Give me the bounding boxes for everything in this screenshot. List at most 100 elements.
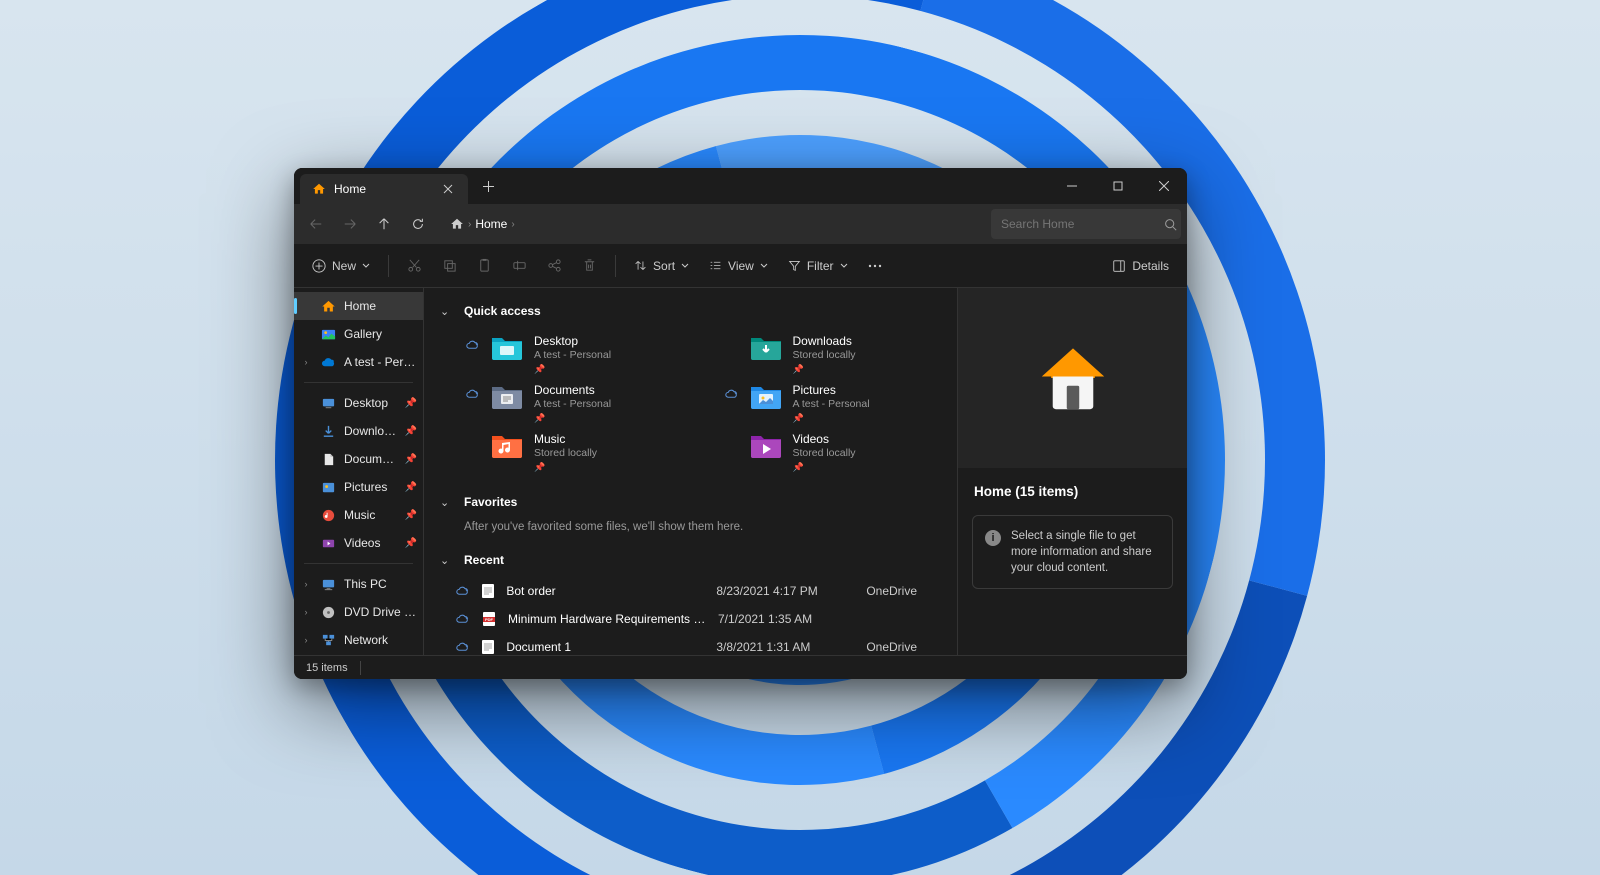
- sidebar-item-network[interactable]: › Network: [294, 626, 423, 654]
- chevron-right-icon[interactable]: ›: [300, 635, 312, 645]
- file-explorer-window: Home › Home ›: [294, 168, 1187, 679]
- new-button[interactable]: New: [304, 250, 378, 282]
- filter-button[interactable]: Filter: [780, 250, 856, 282]
- copy-button[interactable]: [434, 250, 465, 282]
- back-button[interactable]: [300, 208, 332, 240]
- section-favorites[interactable]: ⌄ Favorites: [440, 489, 941, 515]
- details-preview: [958, 288, 1187, 468]
- chevron-down-icon: ⌄: [440, 305, 454, 318]
- home-icon: [320, 298, 336, 314]
- folder-icon: [490, 383, 524, 411]
- chevron-right-icon[interactable]: ›: [300, 607, 312, 617]
- pin-icon: 📌: [405, 538, 417, 549]
- details-pane: Home (15 items) i Select a single file t…: [957, 288, 1187, 655]
- cloud-icon: [320, 354, 336, 370]
- search-box[interactable]: [991, 209, 1181, 239]
- details-button[interactable]: Details: [1104, 250, 1177, 282]
- details-title: Home (15 items): [958, 468, 1187, 509]
- chevron-right-icon[interactable]: ›: [300, 357, 312, 367]
- paste-button[interactable]: [469, 250, 500, 282]
- main-content: ⌄ Quick access DesktopA test - Personal📌…: [424, 288, 957, 655]
- pin-icon: 📌: [534, 364, 611, 375]
- folder-icon: [749, 334, 783, 362]
- close-window-button[interactable]: [1141, 168, 1187, 204]
- quick-access-music[interactable]: MusicStored locally📌: [464, 430, 683, 475]
- section-quick-access[interactable]: ⌄ Quick access: [440, 298, 941, 324]
- svg-text:PDF: PDF: [485, 617, 494, 622]
- file-icon: PDF: [480, 610, 498, 628]
- address-bar: › Home ›: [294, 204, 1187, 244]
- chevron-down-icon: ⌄: [440, 496, 454, 509]
- delete-button[interactable]: [574, 250, 605, 282]
- chevron-down-icon: [681, 263, 689, 268]
- quick-access-downloads[interactable]: DownloadsStored locally📌: [723, 332, 942, 377]
- quick-access-pictures[interactable]: PicturesA test - Personal📌: [723, 381, 942, 426]
- view-button[interactable]: View: [701, 250, 776, 282]
- sidebar-item-dvd[interactable]: › DVD Drive (D:) C: [294, 598, 423, 626]
- quick-access-documents[interactable]: DocumentsA test - Personal📌: [464, 381, 683, 426]
- folder-icon: [749, 383, 783, 411]
- network-icon: [320, 632, 336, 648]
- sidebar-item-home[interactable]: Home: [294, 292, 423, 320]
- sidebar-item-desktop[interactable]: Desktop📌: [294, 389, 423, 417]
- minimize-button[interactable]: [1049, 168, 1095, 204]
- pin-icon: 📌: [793, 364, 856, 375]
- pin-icon: 📌: [405, 510, 417, 521]
- documents-icon: [320, 451, 336, 467]
- search-input[interactable]: [1001, 217, 1156, 231]
- chevron-down-icon: [760, 263, 768, 268]
- sort-button[interactable]: Sort: [626, 250, 697, 282]
- tab-close-button[interactable]: [440, 181, 456, 197]
- section-recent[interactable]: ⌄ Recent: [440, 547, 941, 573]
- window-controls: [1049, 168, 1187, 204]
- pin-icon: 📌: [405, 398, 417, 409]
- gallery-icon: [320, 326, 336, 342]
- quick-access-videos[interactable]: VideosStored locally📌: [723, 430, 942, 475]
- cloud-icon: [725, 389, 739, 399]
- recent-file[interactable]: Bot order8/23/2021 4:17 PMOneDrive: [448, 577, 941, 605]
- pin-icon: 📌: [534, 462, 597, 473]
- cloud-icon: [456, 614, 470, 624]
- downloads-icon: [320, 423, 336, 439]
- forward-button[interactable]: [334, 208, 366, 240]
- chevron-down-icon: [840, 263, 848, 268]
- chevron-down-icon: [362, 263, 370, 268]
- chevron-right-icon[interactable]: ›: [300, 579, 312, 589]
- favorites-empty-text: After you've favorited some files, we'll…: [440, 515, 941, 547]
- quick-access-desktop[interactable]: DesktopA test - Personal📌: [464, 332, 683, 377]
- breadcrumb-home-icon[interactable]: [450, 217, 464, 231]
- sidebar-item-gallery[interactable]: Gallery: [294, 320, 423, 348]
- refresh-button[interactable]: [402, 208, 434, 240]
- chevron-right-icon: ›: [511, 219, 514, 230]
- cloud-icon: [466, 340, 480, 350]
- titlebar: Home: [294, 168, 1187, 204]
- sidebar-item-videos[interactable]: Videos📌: [294, 529, 423, 557]
- breadcrumb[interactable]: › Home ›: [442, 209, 983, 239]
- new-tab-button[interactable]: [474, 172, 502, 200]
- sidebar: Home Gallery › A test - Persona Desktop📌…: [294, 288, 424, 655]
- more-button[interactable]: [860, 250, 890, 282]
- recent-file[interactable]: Document 13/8/2021 1:31 AMOneDrive: [448, 633, 941, 655]
- cut-button[interactable]: [399, 250, 430, 282]
- breadcrumb-item[interactable]: Home: [475, 217, 507, 231]
- sidebar-item-thispc[interactable]: › This PC: [294, 570, 423, 598]
- videos-icon: [320, 535, 336, 551]
- up-button[interactable]: [368, 208, 400, 240]
- sidebar-item-onedrive[interactable]: › A test - Persona: [294, 348, 423, 376]
- pin-icon: 📌: [534, 413, 611, 424]
- rename-button[interactable]: [504, 250, 535, 282]
- new-label: New: [332, 259, 356, 273]
- share-button[interactable]: [539, 250, 570, 282]
- sidebar-item-music[interactable]: Music📌: [294, 501, 423, 529]
- pin-icon: 📌: [405, 454, 417, 465]
- cloud-icon: [456, 642, 469, 652]
- sidebar-item-pictures[interactable]: Pictures📌: [294, 473, 423, 501]
- folder-icon: [749, 432, 783, 460]
- tab-home[interactable]: Home: [300, 174, 468, 204]
- sidebar-item-downloads[interactable]: Downloads📌: [294, 417, 423, 445]
- tab-title: Home: [334, 182, 432, 196]
- details-info-text: Select a single file to get more informa…: [1011, 528, 1160, 576]
- sidebar-item-documents[interactable]: Documents📌: [294, 445, 423, 473]
- maximize-button[interactable]: [1095, 168, 1141, 204]
- recent-file[interactable]: PDFMinimum Hardware Requirements for Win…: [448, 605, 941, 633]
